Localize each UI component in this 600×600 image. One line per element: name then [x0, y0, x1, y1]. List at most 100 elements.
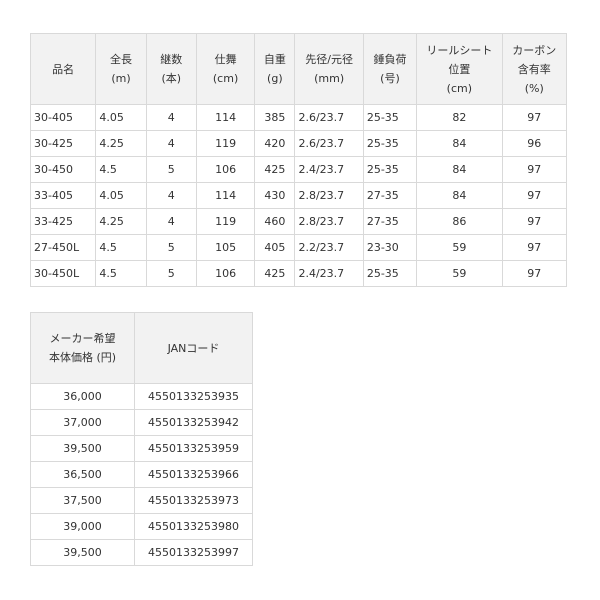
cell-length: 4.5 [95, 156, 147, 183]
cell-diameter: 2.6/23.7 [294, 130, 364, 157]
header-line: 位置 [448, 62, 471, 76]
cell-price: 37,500 [30, 487, 135, 514]
header-weight: 自重 (g) [254, 33, 296, 105]
cell-model: 30-425 [29, 130, 97, 157]
header-line: (%) [524, 81, 544, 95]
cell-diameter: 2.4/23.7 [294, 156, 364, 183]
cell-weight: 460 [254, 208, 296, 235]
header-line: カーボン [512, 43, 557, 57]
header-jan-code: JANコード [134, 312, 253, 384]
cell-sinker-load: 25-35 [362, 156, 418, 183]
header-diameter: 先径/元径 (mm) [294, 33, 364, 105]
cell-price: 39,500 [30, 435, 135, 462]
cell-price: 39,500 [30, 539, 135, 566]
price-header-row: メーカー希望 本体価格 (円) JANコード [30, 312, 253, 384]
cell-sections: 5 [145, 234, 197, 261]
header-sinker-load: 錘負荷 (号) [362, 33, 418, 105]
cell-length: 4.25 [95, 208, 147, 235]
header-line: 自重 [263, 53, 286, 66]
header-closed-length: 仕舞 (cm) [195, 33, 256, 105]
cell-carbon: 96 [501, 130, 568, 157]
header-line: 先径/元径 [305, 53, 353, 66]
header-line: JANコード [167, 341, 220, 355]
header-reel-seat: リールシート 位置 (cm) [416, 33, 503, 105]
cell-closed-length: 105 [195, 234, 256, 261]
cell-carbon: 97 [501, 182, 568, 209]
cell-sections: 4 [145, 104, 197, 131]
cell-carbon: 97 [501, 208, 568, 235]
header-model: 品名 [29, 33, 97, 105]
header-line: (cm) [446, 81, 473, 95]
cell-reel-seat: 82 [416, 104, 503, 131]
header-line: 錘負荷 [373, 53, 407, 66]
cell-price: 39,000 [30, 513, 135, 540]
cell-closed-length: 119 [195, 130, 256, 157]
table-row: 39,500 4550133253959 [30, 435, 253, 462]
cell-closed-length: 114 [195, 104, 256, 131]
cell-reel-seat: 59 [416, 260, 503, 287]
table-row: 39,000 4550133253980 [30, 513, 253, 540]
cell-sections: 4 [145, 182, 197, 209]
cell-model: 27-450L [29, 234, 97, 261]
cell-sections: 5 [145, 260, 197, 287]
header-line: 含有率 [517, 62, 551, 76]
cell-weight: 385 [254, 104, 296, 131]
header-line: 全長 [110, 53, 132, 66]
header-line: 継数 [160, 53, 183, 66]
cell-model: 30-405 [29, 104, 97, 131]
header-line: (mm) [314, 72, 345, 85]
price-table: メーカー希望 本体価格 (円) JANコード 36,000 4550133253… [30, 312, 253, 566]
cell-reel-seat: 86 [416, 208, 503, 235]
header-sections: 継数 (本) [145, 33, 197, 105]
header-line: (号) [380, 72, 400, 85]
table-row: 27-450L 4.5 5 105 405 2.2/23.7 23-30 59 … [29, 234, 568, 261]
cell-reel-seat: 84 [416, 156, 503, 183]
cell-sinker-load: 25-35 [362, 104, 418, 131]
cell-closed-length: 119 [195, 208, 256, 235]
cell-reel-seat: 84 [416, 130, 503, 157]
cell-diameter: 2.2/23.7 [294, 234, 364, 261]
spec-header-row: 品名 全長 (m) 継数 (本) 仕舞 (cm) 自重 (g) 先径/元径 (m… [29, 33, 568, 105]
table-row: 37,000 4550133253942 [30, 409, 253, 436]
cell-model: 30-450L [29, 260, 97, 287]
cell-sinker-load: 27-35 [362, 208, 418, 235]
cell-weight: 425 [254, 260, 296, 287]
table-row: 37,500 4550133253973 [30, 487, 253, 514]
cell-sinker-load: 27-35 [362, 182, 418, 209]
cell-jan-code: 4550133253980 [134, 513, 253, 540]
cell-jan-code: 4550133253942 [134, 409, 253, 436]
cell-diameter: 2.8/23.7 [294, 182, 364, 209]
cell-length: 4.05 [95, 104, 147, 131]
table-row: 36,000 4550133253935 [30, 383, 253, 410]
cell-jan-code: 4550133253966 [134, 461, 253, 488]
header-line: (m) [111, 72, 131, 85]
table-row: 33-405 4.05 4 114 430 2.8/23.7 27-35 84 … [29, 182, 568, 209]
cell-weight: 420 [254, 130, 296, 157]
cell-sinker-load: 25-35 [362, 260, 418, 287]
header-line: (本) [161, 72, 182, 85]
cell-price: 36,500 [30, 461, 135, 488]
cell-jan-code: 4550133253935 [134, 383, 253, 410]
table-row: 30-450 4.5 5 106 425 2.4/23.7 25-35 84 9… [29, 156, 568, 183]
cell-model: 33-405 [29, 182, 97, 209]
cell-closed-length: 114 [195, 182, 256, 209]
cell-weight: 425 [254, 156, 296, 183]
cell-sections: 5 [145, 156, 197, 183]
cell-price: 36,000 [30, 383, 135, 410]
header-carbon: カーボン 含有率 (%) [501, 33, 568, 105]
header-line: メーカー希望 [49, 332, 116, 345]
cell-reel-seat: 84 [416, 182, 503, 209]
cell-diameter: 2.6/23.7 [294, 104, 364, 131]
table-row: 39,500 4550133253997 [30, 539, 253, 566]
table-row: 30-450L 4.5 5 106 425 2.4/23.7 25-35 59 … [29, 260, 568, 287]
cell-carbon: 97 [501, 156, 568, 183]
cell-model: 33-425 [29, 208, 97, 235]
header-line: 品名 [52, 62, 75, 76]
header-price: メーカー希望 本体価格 (円) [30, 312, 135, 384]
cell-price: 37,000 [30, 409, 135, 436]
cell-reel-seat: 59 [416, 234, 503, 261]
table-row: 36,500 4550133253966 [30, 461, 253, 488]
cell-closed-length: 106 [195, 260, 256, 287]
table-row: 30-405 4.05 4 114 385 2.6/23.7 25-35 82 … [29, 104, 568, 131]
cell-length: 4.05 [95, 182, 147, 209]
